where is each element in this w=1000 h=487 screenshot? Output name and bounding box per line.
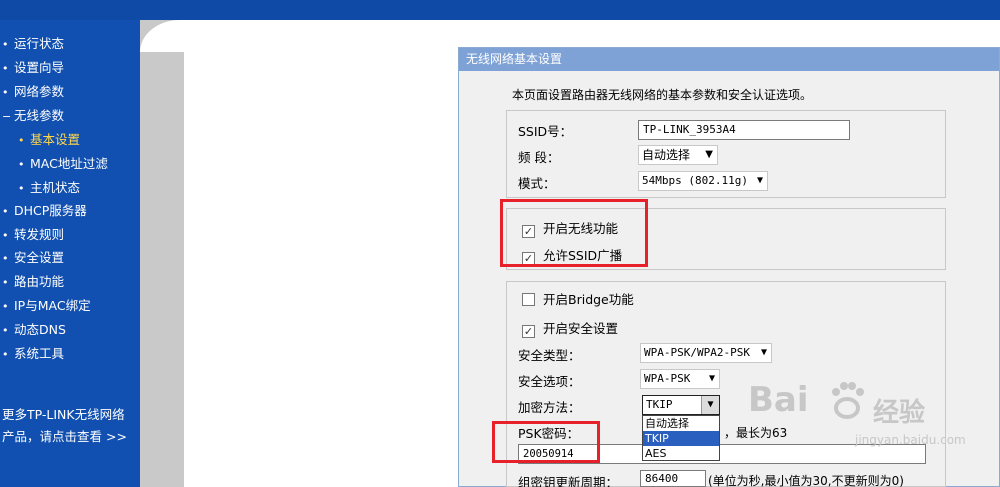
frame-divider <box>140 20 184 487</box>
bullet-icon: • <box>2 300 9 313</box>
sidebar-item-system-tools[interactable]: • 系统工具 <box>2 344 64 364</box>
encryption-option-aes[interactable]: AES <box>643 446 719 461</box>
bullet-icon: • <box>18 182 25 195</box>
sidebar-item-ddns[interactable]: • 动态DNS <box>2 320 66 340</box>
sidebar-item-mac-filter[interactable]: • MAC地址过滤 <box>18 154 108 174</box>
sidebar-item-forwarding[interactable]: • 转发规则 <box>2 225 64 245</box>
psk-hint: ，最长为63 <box>724 426 788 440</box>
checkmark-icon: ✓ <box>522 325 535 338</box>
bullet-icon: • <box>2 38 9 51</box>
bullet-icon: • <box>2 324 9 337</box>
bullet-icon: • <box>2 205 9 218</box>
security-type-select[interactable]: WPA-PSK/WPA2-PSK ▼ <box>640 343 772 363</box>
highlight-box-psk <box>492 421 600 463</box>
rekey-label: 组密钥更新周期： <box>518 475 619 487</box>
encryption-label: 加密方法： <box>518 400 581 415</box>
sidebar-item-wizard[interactable]: • 设置向导 <box>2 58 64 78</box>
rekey-input[interactable]: 86400 <box>640 470 706 487</box>
bullet-icon: • <box>2 62 9 75</box>
watermark-jingyan: 经验 <box>873 398 926 428</box>
bullet-icon: • <box>2 276 9 289</box>
sidebar-item-network[interactable]: • 网络参数 <box>2 82 64 102</box>
highlight-box-wireless <box>500 199 648 267</box>
watermark-brand: Bai <box>748 380 809 420</box>
chevron-down-icon: ▼ <box>756 175 763 186</box>
chevron-down-icon: ▼ <box>760 347 767 358</box>
encryption-dropdown-list: 自动选择 TKIP AES <box>642 415 720 461</box>
sidebar-item-wireless[interactable]: − 无线参数 <box>2 106 64 126</box>
sidebar-item-dhcp[interactable]: • DHCP服务器 <box>2 201 87 221</box>
baidu-paw-icon <box>832 382 864 419</box>
security-option-select[interactable]: WPA-PSK ▼ <box>640 369 720 389</box>
band-label: 频 段： <box>518 150 560 165</box>
bullet-icon: • <box>2 348 9 361</box>
rekey-hint: (单位为秒,最小值为30,不更新则为0) <box>708 474 904 487</box>
mode-select[interactable]: 54Mbps (802.11g) ▼ <box>638 171 768 191</box>
bullet-icon: • <box>2 252 9 265</box>
sidebar-item-routing[interactable]: • 路由功能 <box>2 272 64 292</box>
bullet-icon: • <box>2 86 9 99</box>
more-products-link[interactable]: 更多TP-LINK无线网络 产品，请点击查看 >> <box>2 404 127 448</box>
encryption-select[interactable]: TKIP ▼ <box>642 395 720 415</box>
sidebar-item-status[interactable]: • 运行状态 <box>2 34 64 54</box>
sidebar-item-security[interactable]: • 安全设置 <box>2 248 64 268</box>
watermark-url: jingyan.baidu.com <box>855 433 966 447</box>
encryption-option-auto[interactable]: 自动选择 <box>643 416 719 431</box>
security-option-label: 安全选项： <box>518 374 581 389</box>
panel-title: 无线网络基本设置 <box>459 48 999 71</box>
sidebar-item-basic-settings[interactable]: • 基本设置 <box>18 130 80 150</box>
bullet-icon: • <box>18 158 25 171</box>
chevron-down-icon: ▼ <box>705 149 713 160</box>
collapse-icon: − <box>2 110 12 123</box>
enable-security-checkbox[interactable]: ✓ 开启安全设置 <box>522 318 618 338</box>
security-type-label: 安全类型： <box>518 348 581 363</box>
enable-bridge-checkbox[interactable]: 开启Bridge功能 <box>522 289 634 308</box>
bullet-icon: • <box>2 229 9 242</box>
top-banner <box>0 0 1000 20</box>
encryption-option-tkip[interactable]: TKIP <box>643 431 719 446</box>
chevron-down-icon: ▼ <box>701 396 719 414</box>
panel-description: 本页面设置路由器无线网络的基本参数和安全认证选项。 <box>512 88 813 102</box>
sidebar-item-ip-mac-binding[interactable]: • IP与MAC绑定 <box>2 296 91 316</box>
bullet-icon: • <box>18 134 25 147</box>
ssid-label: SSID号： <box>518 124 573 139</box>
chevron-down-icon: ▼ <box>708 373 715 384</box>
ssid-input[interactable]: TP-LINK_3953A4 <box>638 120 850 140</box>
sidebar-nav: • 运行状态 • 设置向导 • 网络参数 − 无线参数 • 基本设置 • MAC地址过滤 •… <box>0 20 140 487</box>
mode-label: 模式： <box>518 176 556 191</box>
sidebar-item-host-status[interactable]: • 主机状态 <box>18 178 80 198</box>
band-select[interactable]: 自动选择 ▼ <box>638 145 718 165</box>
